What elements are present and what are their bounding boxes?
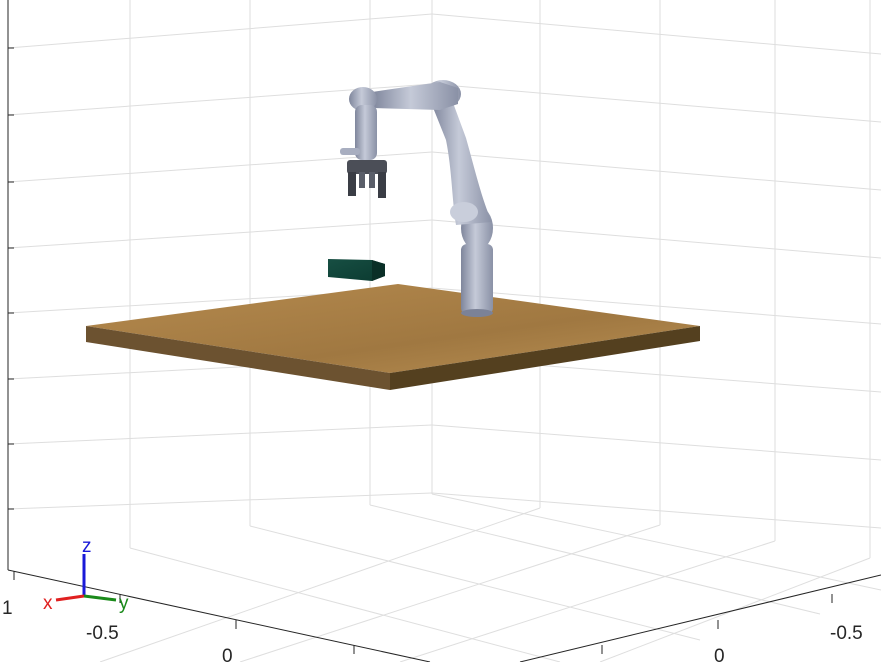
triad-y-axis [83,594,117,602]
box-side [372,260,385,281]
gripper[interactable] [347,160,387,198]
triad-x-axis [55,594,85,602]
gripper-palm [347,160,387,174]
coordinate-triad: z x y [43,536,129,614]
table-top [86,284,700,373]
tick-label-right-1: 0 [714,646,725,662]
gripper-linkage-left [359,172,365,188]
gripper-linkage-right [369,172,375,188]
back-wall-grid-right [431,0,881,558]
tick-label-left-3: 0 [222,646,233,662]
tick-label-right-2: -0.5 [830,623,863,644]
robot-link-forearm [372,82,458,110]
3d-scene-view[interactable]: 1 -0.5 0 0 -0.5 z x y [0,0,881,662]
robot-joint-3 [450,202,478,222]
robot-base [461,244,493,314]
triad-x-label: x [43,593,53,614]
robot-base-bottom [461,309,493,317]
triad-z-label: z [82,536,92,557]
gripper-finger-right [378,172,386,198]
robot-arm[interactable] [340,80,493,317]
gripper-finger-left [348,172,356,196]
robot-wrist-camera [340,148,360,155]
table[interactable] [86,284,700,390]
tick-label-left-1: 1 [2,598,13,619]
box[interactable] [328,259,385,281]
triad-y-label: y [119,593,129,614]
tick-label-left-2: -0.5 [86,623,119,644]
back-wall-grid-left [7,0,433,570]
